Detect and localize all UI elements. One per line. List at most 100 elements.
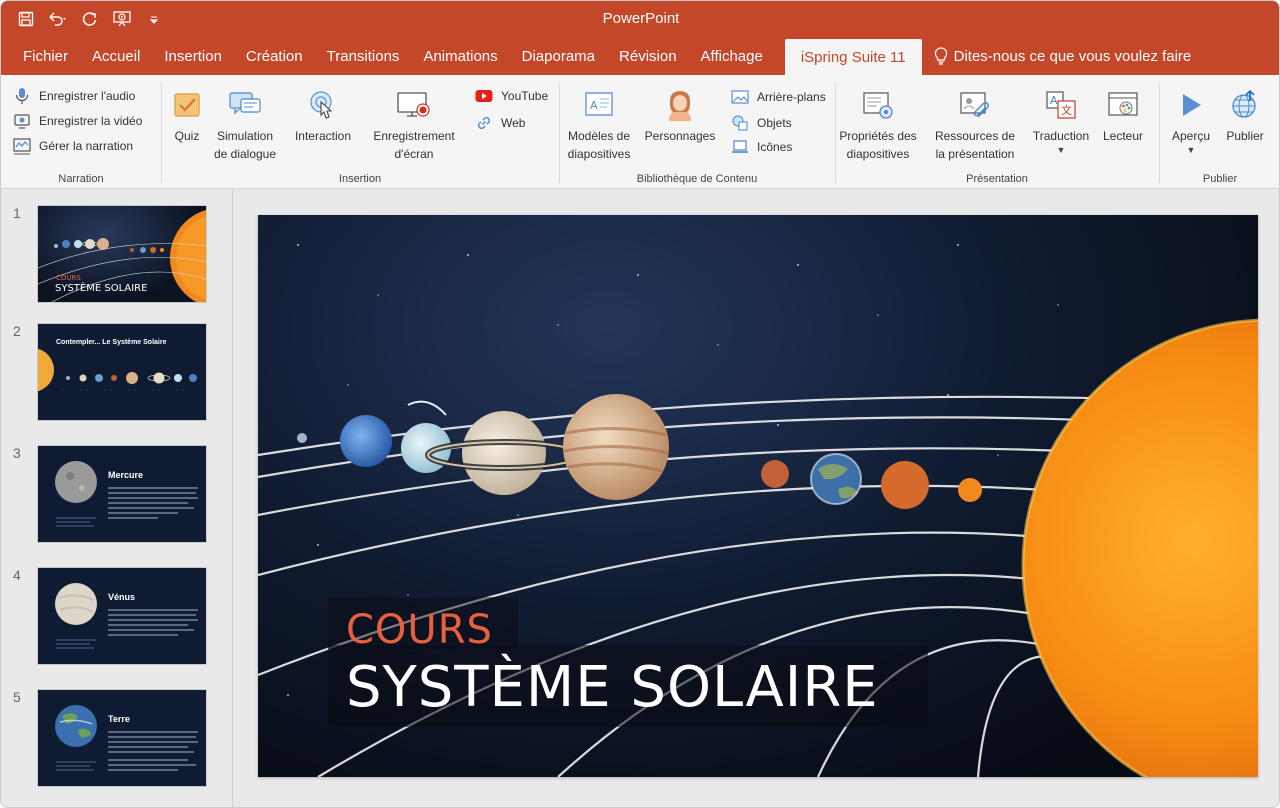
publish-button[interactable]: Publier [1217, 85, 1273, 145]
slide-settings-icon [863, 92, 893, 119]
translate-icon: A文 [1046, 91, 1076, 119]
thumb-title: SYSTÈME SOLAIRE [55, 283, 148, 294]
app-title: PowerPoint [602, 10, 680, 27]
thumb-title: Vénus [108, 592, 136, 602]
group-label-content-library: Bibliothèque de Contenu [636, 173, 758, 185]
slide-thumbnail-row[interactable]: 2 Contempler... Le Système Solaire [1, 323, 233, 423]
chevron-down-icon: ▼ [1056, 145, 1066, 155]
slide-title-text[interactable]: SYSTÈME SOLAIRE [346, 655, 879, 720]
thumb-title: Contempler... Le Système Solaire [56, 339, 167, 346]
slide-number: 4 [13, 567, 21, 583]
tab-transitions[interactable]: Transitions [315, 37, 412, 75]
characters-button[interactable]: Personnages [641, 85, 719, 145]
tab-fichier[interactable]: Fichier [1, 37, 80, 75]
screen-record-icon [397, 92, 430, 117]
tab-insertion[interactable]: Insertion [152, 37, 234, 75]
group-label-publish: Publier [1202, 173, 1238, 185]
slide-thumbnail[interactable]: COURS SYSTÈME SOLAIRE [37, 205, 207, 303]
shapes-icon [732, 115, 748, 131]
group-content-library: A Modèles de diapositives Personnages Ar… [559, 75, 835, 189]
background-image-icon [731, 90, 749, 104]
microphone-icon [15, 88, 29, 104]
thumb-kicker: COURS [56, 274, 81, 282]
backgrounds-button[interactable]: Arrière-plans [731, 89, 826, 105]
webcam-icon [14, 114, 30, 129]
group-publish: Aperçu ▼ Publier Publier [1159, 75, 1279, 189]
touch-icon [310, 91, 333, 119]
slide-kicker-text[interactable]: COURS [346, 607, 493, 653]
title-bar: PowerPoint [1, 1, 1279, 37]
slide-thumbnail[interactable]: Mercure [37, 445, 207, 543]
slide-thumbnail-row[interactable]: 1 COURS SYSTÈME SOLAIRE [1, 205, 233, 305]
tab-creation[interactable]: Création [234, 37, 315, 75]
objects-button[interactable]: Objets [731, 114, 792, 132]
web-button[interactable]: Web [475, 114, 525, 132]
laptop-icon [732, 140, 748, 153]
manage-narration-button[interactable]: Gérer la narration [13, 137, 133, 155]
slide-number: 1 [13, 205, 21, 221]
tab-affichage[interactable]: Affichage [689, 37, 775, 75]
venus-illustration [55, 583, 198, 649]
chat-bubbles-icon [229, 92, 261, 115]
thumb-title: Mercure [108, 470, 144, 480]
slide-thumbnail[interactable]: Terre [37, 689, 207, 787]
preview-button[interactable]: Aperçu ▼ [1163, 85, 1219, 155]
tab-ispring-suite[interactable]: iSpring Suite 11 [784, 39, 922, 75]
timeline-icon [13, 138, 31, 155]
svg-text:文: 文 [1061, 103, 1072, 117]
youtube-button[interactable]: YouTube [475, 89, 548, 103]
quiz-button[interactable]: Quiz [169, 85, 205, 145]
powerpoint-window: PowerPoint Fichier Accueil Insertion Cré… [0, 0, 1280, 808]
record-audio-button[interactable]: Enregistrer l'audio [13, 87, 135, 105]
screen-recording-button[interactable]: Enregistrement d'écran [369, 85, 459, 163]
dialog-simulation-button[interactable]: Simulation de dialogue [209, 85, 281, 163]
tell-me-box[interactable]: Dites-nous ce que vous voulez faire [922, 37, 1192, 75]
group-label-presentation: Présentation [966, 173, 1028, 185]
record-video-button[interactable]: Enregistrer la vidéo [13, 112, 142, 130]
tab-animations[interactable]: Animations [411, 37, 509, 75]
slide-number: 5 [13, 689, 21, 705]
tab-revision[interactable]: Révision [607, 37, 689, 75]
thumb-title: Terre [108, 714, 130, 724]
resources-icon [960, 92, 989, 118]
mercury-illustration [55, 461, 198, 527]
group-label-narration: Narration [58, 173, 104, 185]
earth-illustration [55, 705, 198, 771]
main-slide-canvas[interactable]: COURS SYSTÈME SOLAIRE [258, 215, 1258, 777]
group-label-insertion: Insertion [338, 173, 382, 185]
chevron-down-icon: ▼ [1186, 145, 1196, 155]
character-icon [669, 91, 691, 121]
slide-thumbnail[interactable]: Contempler... Le Système Solaire [37, 323, 207, 421]
globe-upload-icon [1232, 89, 1256, 118]
slide-editor: COURS SYSTÈME SOLAIRE [234, 189, 1279, 807]
icons-button[interactable]: Icônes [731, 139, 792, 155]
slide-template-icon: A [585, 92, 613, 116]
tab-diaporama[interactable]: Diaporama [510, 37, 607, 75]
play-icon [1183, 94, 1201, 116]
lightbulb-icon [934, 47, 947, 65]
tab-accueil[interactable]: Accueil [80, 37, 152, 75]
interaction-button[interactable]: Interaction [289, 85, 357, 145]
slides-thumbnail-panel[interactable]: 1 COURS SYSTÈME SOLAIRE 2 Contempler... … [1, 189, 233, 807]
ribbon: Enregistrer l'audio Enregistrer la vidéo… [1, 75, 1279, 189]
quiz-icon [174, 93, 200, 117]
tell-me-label: Dites-nous ce que vous voulez faire [953, 47, 1192, 65]
youtube-icon [475, 90, 493, 102]
svg-text:A: A [1050, 94, 1058, 107]
slide-thumbnail-row[interactable]: 3 Mercure [1, 445, 233, 545]
svg-text:A: A [590, 99, 598, 112]
presentation-resources-button[interactable]: Ressources de la présentation [931, 85, 1019, 163]
player-palette-icon [1108, 92, 1138, 116]
slide-thumbnail-row[interactable]: 4 Vénus [1, 567, 233, 667]
ribbon-tabs: Fichier Accueil Insertion Création Trans… [1, 37, 1279, 75]
slide-number: 2 [13, 323, 21, 339]
slide-properties-button[interactable]: Propriétés des diapositives [835, 85, 921, 163]
slide-thumbnail-row[interactable]: 5 Terre [1, 689, 233, 789]
link-icon [477, 116, 491, 130]
group-insertion: Quiz Simulation de dialogue Interaction … [161, 75, 559, 189]
player-button[interactable]: Lecteur [1097, 85, 1149, 145]
slide-thumbnail[interactable]: Vénus [37, 567, 207, 665]
translation-button[interactable]: A文 Traduction ▼ [1029, 85, 1093, 155]
slide-templates-button[interactable]: A Modèles de diapositives [561, 85, 637, 163]
group-presentation: Propriétés des diapositives Ressources d… [835, 75, 1159, 189]
